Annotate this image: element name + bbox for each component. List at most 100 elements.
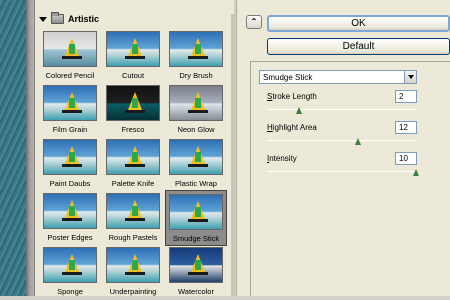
- param-value-input-0[interactable]: 2: [395, 90, 417, 103]
- boat-hull: [188, 56, 208, 59]
- category-header-artistic[interactable]: Artistic: [39, 12, 99, 26]
- boat-sail2: [195, 260, 201, 270]
- filter-options-panel: ⌃ OK Default Smudge Stick Stroke Length 2…: [236, 0, 450, 296]
- filter-label: Cutout: [121, 71, 145, 80]
- filter-label: Palette Knife: [111, 179, 155, 188]
- boat-sail2: [195, 152, 201, 162]
- boat-hull: [62, 56, 82, 59]
- boat-hull: [62, 272, 82, 275]
- boat-sail2: [195, 44, 201, 54]
- filter-thumbnail-film-grain[interactable]: Film Grain: [39, 82, 101, 138]
- boat-sail2: [132, 44, 138, 54]
- filter-preview-image: [106, 85, 160, 121]
- boat-hull: [62, 110, 82, 113]
- filter-select-value: Smudge Stick: [263, 72, 313, 82]
- boat-sail2: [195, 207, 201, 217]
- filter-thumbnail-watercolor[interactable]: Watercolor: [165, 244, 227, 300]
- filter-preview-image: [169, 85, 223, 121]
- boat-sail2: [69, 206, 75, 216]
- filter-label: Paint Daubs: [49, 179, 91, 188]
- boat-sail2: [132, 260, 138, 270]
- filter-thumbnail-paint-daubs[interactable]: Paint Daubs: [39, 136, 101, 192]
- filter-thumbnail-neon-glow[interactable]: Neon Glow: [165, 82, 227, 138]
- filter-preview-image: [169, 247, 223, 283]
- filter-preview-image: [106, 247, 160, 283]
- boat-hull: [188, 110, 208, 113]
- boat-sail2: [132, 152, 138, 162]
- filter-preview-image: [43, 193, 97, 229]
- filter-gallery: Artistic Colored Pencil Cutout Dry Brush Fi…: [34, 0, 235, 296]
- filter-thumbnail-cutout[interactable]: Cutout: [102, 28, 164, 84]
- boat-hull: [125, 56, 145, 59]
- param-value-input-1[interactable]: 12: [395, 121, 417, 134]
- filter-thumbnail-smudge-stick[interactable]: Smudge Stick: [165, 190, 227, 246]
- boat-hull: [188, 272, 208, 275]
- filter-preview-image: [43, 247, 97, 283]
- default-button[interactable]: Default: [267, 38, 450, 55]
- filter-label: Plastic Wrap: [175, 179, 217, 188]
- preview-divider[interactable]: [26, 0, 34, 296]
- boat-hull: [62, 218, 82, 221]
- boat-hull: [62, 164, 82, 167]
- param-slider-track-0[interactable]: [267, 109, 417, 110]
- filter-label: Sponge: [57, 287, 83, 296]
- collapse-gallery-button[interactable]: ⌃: [246, 15, 262, 29]
- filter-label: Neon Glow: [177, 125, 215, 134]
- dropdown-arrow-icon[interactable]: [404, 71, 416, 83]
- filter-preview-image: [43, 31, 97, 67]
- boat-sail2: [69, 44, 75, 54]
- boat-hull: [188, 164, 208, 167]
- param-slider-track-1[interactable]: [267, 140, 417, 141]
- param-slider-track-2[interactable]: [267, 171, 417, 172]
- filter-settings: Smudge Stick Stroke Length 2 Highlight Are…: [250, 61, 450, 296]
- param-label-2: Intensity: [267, 154, 297, 163]
- param-slider-handle-1[interactable]: [354, 138, 362, 146]
- boat-hull: [188, 219, 208, 222]
- filter-label: Colored Pencil: [45, 71, 95, 80]
- filter-thumbnail-palette-knife[interactable]: Palette Knife: [102, 136, 164, 192]
- param-slider-handle-0[interactable]: [296, 107, 303, 115]
- filter-thumbnail-rough-pastels[interactable]: Rough Pastels: [102, 190, 164, 246]
- boat-sail2: [132, 98, 138, 108]
- filter-preview-image: [43, 139, 97, 175]
- param-value-input-2[interactable]: 10: [395, 152, 417, 165]
- filter-preview-image: [169, 139, 223, 175]
- boat-hull: [125, 218, 145, 221]
- param-label-1: Highlight Area: [267, 123, 317, 132]
- filter-thumbnail-sponge[interactable]: Sponge: [39, 244, 101, 300]
- filter-thumbnail-colored-pencil[interactable]: Colored Pencil: [39, 28, 101, 84]
- filter-label: Underpainting: [109, 287, 157, 296]
- filter-label: Fresco: [121, 125, 145, 134]
- gallery-scrollbar[interactable]: [231, 14, 235, 296]
- ok-button[interactable]: OK: [267, 15, 450, 32]
- filter-label: Smudge Stick: [172, 234, 220, 243]
- boat-hull: [125, 164, 145, 167]
- filter-thumbnail-fresco[interactable]: Fresco: [102, 82, 164, 138]
- image-preview: [0, 0, 26, 296]
- filter-thumbnail-poster-edges[interactable]: Poster Edges: [39, 190, 101, 246]
- filter-label: Poster Edges: [47, 233, 93, 242]
- category-title: Artistic: [68, 14, 100, 24]
- param-slider-handle-2[interactable]: [413, 169, 420, 177]
- param-label-0: Stroke Length: [267, 92, 317, 101]
- folder-icon: [51, 12, 64, 24]
- filter-label: Dry Brush: [179, 71, 213, 80]
- filter-thumbnail-dry-brush[interactable]: Dry Brush: [165, 28, 227, 84]
- filter-preview-image: [106, 139, 160, 175]
- filter-label: Film Grain: [52, 125, 88, 134]
- filter-preview-image: [169, 194, 223, 230]
- filter-select[interactable]: Smudge Stick: [259, 70, 417, 84]
- filter-label: Rough Pastels: [108, 233, 158, 242]
- boat-sail2: [69, 260, 75, 270]
- filter-preview-image: [106, 31, 160, 67]
- boat-sail2: [132, 206, 138, 216]
- filter-preview-image: [169, 31, 223, 67]
- expand-triangle-icon[interactable]: [39, 16, 47, 22]
- filter-thumbnail-underpainting[interactable]: Underpainting: [102, 244, 164, 300]
- boat-sail2: [69, 98, 75, 108]
- boat-hull: [125, 110, 145, 113]
- double-chevron-up-icon: ⌃: [250, 17, 258, 26]
- boat-sail2: [195, 98, 201, 108]
- filter-thumbnail-plastic-wrap[interactable]: Plastic Wrap: [165, 136, 227, 192]
- filter-preview-image: [43, 85, 97, 121]
